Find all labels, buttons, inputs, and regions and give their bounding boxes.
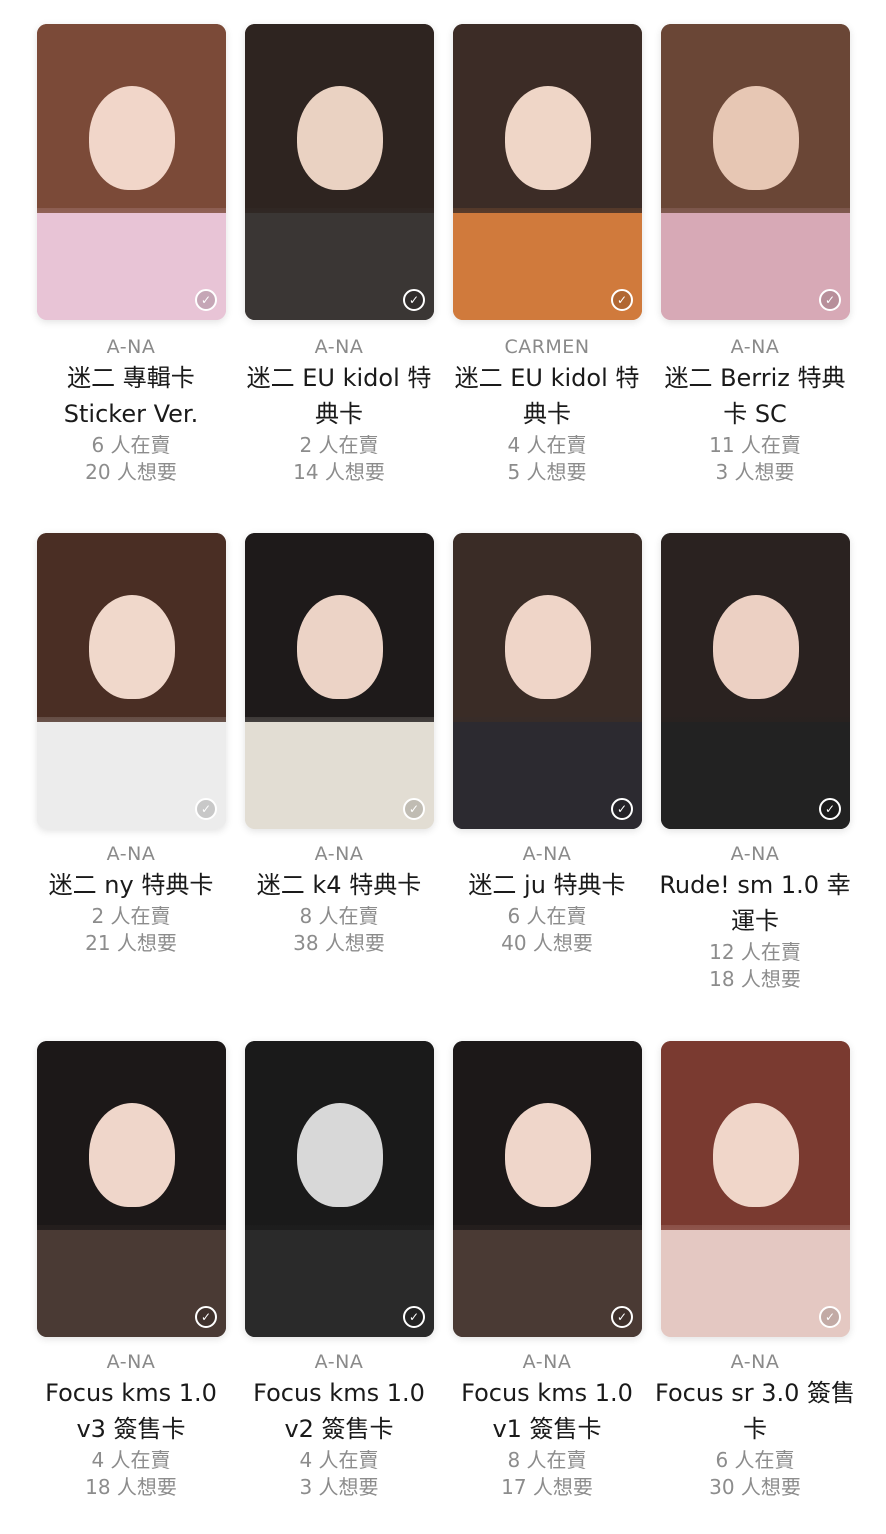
check-circle-icon[interactable]: ✓ bbox=[611, 1306, 633, 1328]
check-circle-icon[interactable]: ✓ bbox=[611, 289, 633, 311]
check-circle-icon[interactable]: ✓ bbox=[611, 798, 633, 820]
card-title: Focus sr 3.0 簽售卡 bbox=[655, 1379, 855, 1443]
card-wanting-count: 3 人想要 bbox=[299, 1475, 379, 1499]
card-wanting-count: 21 人想要 bbox=[85, 931, 177, 955]
card-group: A-NA bbox=[314, 1351, 364, 1373]
card-photo: ✓ bbox=[245, 533, 434, 829]
card-group: CARMEN bbox=[504, 336, 590, 358]
card-photo: ✓ bbox=[453, 24, 642, 320]
check-circle-icon[interactable]: ✓ bbox=[819, 289, 841, 311]
card-photo: ✓ bbox=[37, 1041, 226, 1337]
card-wanting-count: 30 人想要 bbox=[709, 1475, 801, 1499]
card-wanting-count: 18 人想要 bbox=[85, 1475, 177, 1499]
check-circle-icon[interactable]: ✓ bbox=[819, 1306, 841, 1328]
card-wanting-count: 17 人想要 bbox=[501, 1475, 593, 1499]
card-title: 迷二 EU kidol 特典卡 bbox=[454, 364, 640, 428]
card-selling-count: 6 人在賣 bbox=[715, 1448, 795, 1472]
card-wanting-count: 14 人想要 bbox=[293, 460, 385, 484]
card-title: 迷二 k4 特典卡 bbox=[256, 871, 422, 899]
card-title: 迷二 ny 特典卡 bbox=[48, 871, 214, 899]
card-title: Focus kms 1.0 v3 簽售卡 bbox=[45, 1379, 217, 1443]
card-photo: ✓ bbox=[37, 24, 226, 320]
card-wanting-count: 20 人想要 bbox=[85, 460, 177, 484]
card-group: A-NA bbox=[730, 1351, 780, 1373]
card-wanting-count: 40 人想要 bbox=[501, 931, 593, 955]
card-selling-count: 6 人在賣 bbox=[91, 433, 171, 457]
card-group: A-NA bbox=[730, 336, 780, 358]
card-selling-count: 11 人在賣 bbox=[709, 433, 801, 457]
card-selling-count: 8 人在賣 bbox=[299, 904, 379, 928]
card-photo: ✓ bbox=[661, 533, 850, 829]
card-photo: ✓ bbox=[37, 533, 226, 829]
card-wanting-count: 3 人想要 bbox=[715, 460, 795, 484]
card-group: A-NA bbox=[730, 843, 780, 865]
card-wanting-count: 18 人想要 bbox=[709, 967, 801, 991]
card-photo: ✓ bbox=[453, 533, 642, 829]
card-group: A-NA bbox=[522, 1351, 572, 1373]
card-selling-count: 4 人在賣 bbox=[91, 1448, 171, 1472]
check-circle-icon[interactable]: ✓ bbox=[819, 798, 841, 820]
card-selling-count: 2 人在賣 bbox=[299, 433, 379, 457]
card-selling-count: 2 人在賣 bbox=[91, 904, 171, 928]
card-photo: ✓ bbox=[661, 1041, 850, 1337]
card-wanting-count: 38 人想要 bbox=[293, 931, 385, 955]
card-title: Focus kms 1.0 v1 簽售卡 bbox=[461, 1379, 633, 1443]
card-photo: ✓ bbox=[245, 1041, 434, 1337]
card-wanting-count: 5 人想要 bbox=[507, 460, 587, 484]
check-circle-icon[interactable]: ✓ bbox=[195, 289, 217, 311]
photocard-grid: ✓ A-NA 迷二 專輯卡 Sticker Ver. 6 人在賣 20 人想要 … bbox=[0, 0, 886, 1534]
card-title: Rude! sm 1.0 幸運卡 bbox=[659, 871, 851, 935]
card-group: A-NA bbox=[314, 843, 364, 865]
card-selling-count: 6 人在賣 bbox=[507, 904, 587, 928]
card-title: 迷二 EU kidol 特典卡 bbox=[246, 364, 432, 428]
card-title: 迷二 Berriz 特典卡 SC bbox=[664, 364, 846, 428]
card-title: 迷二 專輯卡 Sticker Ver. bbox=[63, 364, 199, 428]
check-circle-icon[interactable]: ✓ bbox=[403, 798, 425, 820]
card-selling-count: 4 人在賣 bbox=[299, 1448, 379, 1472]
check-circle-icon[interactable]: ✓ bbox=[195, 798, 217, 820]
check-circle-icon[interactable]: ✓ bbox=[403, 289, 425, 311]
card-selling-count: 8 人在賣 bbox=[507, 1448, 587, 1472]
card-selling-count: 4 人在賣 bbox=[507, 433, 587, 457]
card-group: A-NA bbox=[106, 843, 156, 865]
card-selling-count: 12 人在賣 bbox=[709, 940, 801, 964]
card-photo: ✓ bbox=[245, 24, 434, 320]
card-group: A-NA bbox=[314, 336, 364, 358]
card-photo: ✓ bbox=[661, 24, 850, 320]
card-group: A-NA bbox=[106, 336, 156, 358]
card-group: A-NA bbox=[522, 843, 572, 865]
check-circle-icon[interactable]: ✓ bbox=[403, 1306, 425, 1328]
card-group: A-NA bbox=[106, 1351, 156, 1373]
check-circle-icon[interactable]: ✓ bbox=[195, 1306, 217, 1328]
card-photo: ✓ bbox=[453, 1041, 642, 1337]
card-title: 迷二 ju 特典卡 bbox=[468, 871, 626, 899]
card-title: Focus kms 1.0 v2 簽售卡 bbox=[253, 1379, 425, 1443]
